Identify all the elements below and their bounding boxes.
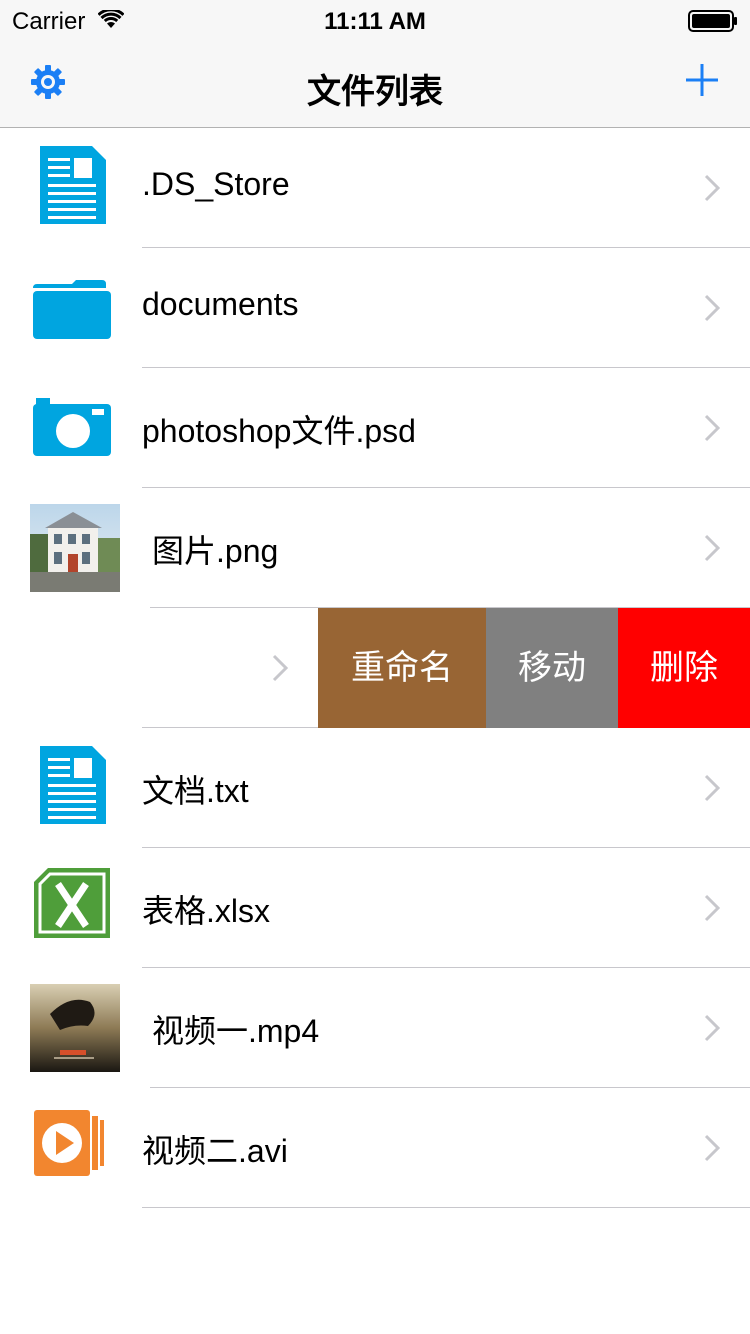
image-thumbnail: [30, 504, 120, 592]
document-icon: [40, 746, 106, 824]
list-item[interactable]: 表格.xlsx: [0, 848, 750, 968]
video-thumbnail: [30, 984, 120, 1072]
top-bar: Carrier 11:11 AM 文件列表: [0, 0, 750, 128]
file-name: 图片.png: [152, 533, 279, 569]
list-item[interactable]: 视频二.avi: [0, 1088, 750, 1208]
file-list: .DS_Store documents photoshop文件.psd 图片.p…: [0, 128, 750, 1208]
chevron-right-icon: [704, 534, 720, 562]
file-name: .DS_Store: [142, 166, 290, 202]
list-item[interactable]: photoshop文件.psd: [0, 368, 750, 488]
chevron-right-icon: [704, 774, 720, 802]
swiped-list-item[interactable]: 重命名 移动 删除: [0, 608, 750, 728]
rename-button[interactable]: 重命名: [318, 608, 486, 728]
chevron-right-icon: [704, 414, 720, 442]
list-item[interactable]: 文档.txt: [0, 728, 750, 848]
battery-icon: [688, 10, 737, 32]
chevron-right-icon: [272, 654, 288, 682]
file-name: 文档.txt: [142, 773, 249, 809]
chevron-right-icon: [704, 294, 720, 322]
list-item[interactable]: documents: [0, 248, 750, 368]
list-item[interactable]: 视频一.mp4: [0, 968, 750, 1088]
move-button[interactable]: 移动: [486, 608, 618, 728]
status-bar: Carrier 11:11 AM: [0, 0, 750, 40]
navigation-bar: 文件列表: [0, 40, 750, 128]
excel-icon: [34, 868, 110, 938]
list-item[interactable]: .DS_Store: [0, 128, 750, 248]
folder-icon: [33, 280, 111, 339]
plus-icon[interactable]: [684, 62, 720, 98]
file-name: 视频一.mp4: [152, 1013, 320, 1049]
chevron-right-icon: [704, 174, 720, 202]
file-name: photoshop文件.psd: [142, 413, 416, 449]
document-icon: [40, 146, 106, 224]
list-item[interactable]: 图片.png: [0, 488, 750, 608]
play-icon: [34, 1110, 104, 1176]
chevron-right-icon: [704, 1134, 720, 1162]
file-name: 视频二.avi: [142, 1133, 288, 1169]
divider: [142, 1207, 750, 1208]
page-title: 文件列表: [307, 73, 443, 111]
delete-button[interactable]: 删除: [618, 608, 750, 728]
chevron-right-icon: [704, 1014, 720, 1042]
file-name: 表格.xlsx: [142, 893, 271, 929]
file-name: documents: [142, 286, 299, 322]
chevron-right-icon: [704, 894, 720, 922]
clock: 11:11 AM: [324, 8, 426, 35]
camera-icon: [33, 398, 111, 456]
